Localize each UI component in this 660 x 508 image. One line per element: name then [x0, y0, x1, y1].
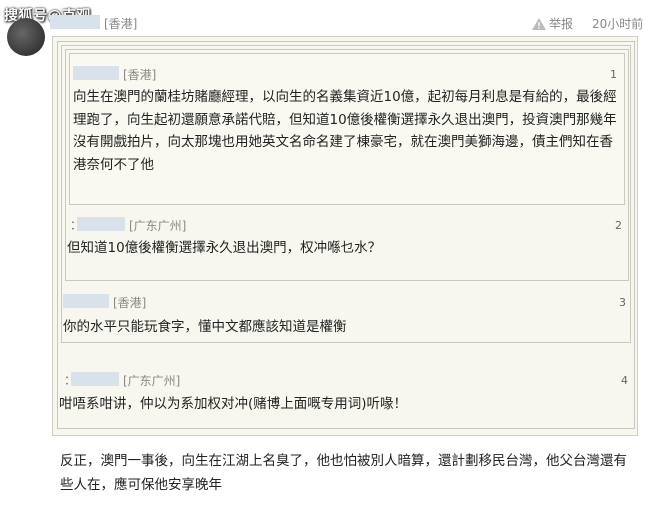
- floor-1-location: [香港]: [123, 68, 157, 82]
- floor-3-user[interactable]: [63, 294, 109, 308]
- floor-1-number: 1: [610, 68, 617, 81]
- floor-4-text: 咁唔系咁讲，仲以为系加权对冲(赌博上面嘅专用词)听喙！: [59, 396, 408, 412]
- floor-4-number: 4: [621, 374, 628, 387]
- username-blurred[interactable]: [50, 15, 100, 29]
- floor-2-location: [广东广州]: [129, 219, 187, 233]
- floor-4-user[interactable]: [71, 372, 119, 386]
- floor-2-text: 但知道10億後權衡選擇永久退出澳門，权冲喺乜水？: [67, 240, 382, 256]
- floor-3-location: [香港]: [113, 296, 147, 310]
- report-label: 举报: [549, 17, 574, 31]
- warning-icon: [532, 17, 546, 30]
- floor-3-text: 你的水平只能玩食字，懂中文都應該知道是權衡: [63, 319, 347, 335]
- main-comment-text: 反正，澳門一事後，向生在江湖上名臭了，他也怕被別人暗算，還計劃移民台灣，他父台灣…: [60, 453, 627, 493]
- floor-3-number: 3: [619, 296, 626, 309]
- post-time: 20小时前: [592, 17, 644, 31]
- avatar[interactable]: [7, 18, 45, 56]
- quote-thread: [香港] 1 向生在澳門的蘭桂坊賭廳經理，以向生的名義集資近10億，起初每月利息…: [52, 36, 638, 436]
- floor-2-user[interactable]: [77, 217, 125, 231]
- floor-2-number: 2: [615, 219, 622, 232]
- floor-4-location: [广东广州]: [123, 374, 181, 388]
- floor-1-text: 向生在澳門的蘭桂坊賭廳經理，以向生的名義集資近10億，起初每月利息是有給的，最後…: [73, 89, 617, 173]
- report-button[interactable]: 举报: [532, 15, 573, 32]
- header-location: [香港]: [104, 17, 138, 31]
- floor-1-user[interactable]: [73, 66, 119, 80]
